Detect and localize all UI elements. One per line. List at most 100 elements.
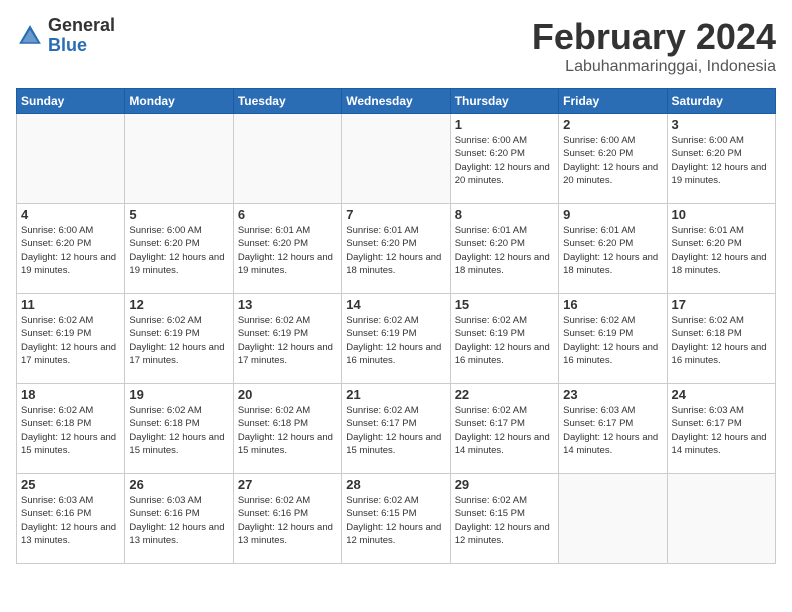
calendar-cell: 9 Sunrise: 6:01 AM Sunset: 6:20 PM Daylig… <box>559 204 667 294</box>
calendar-cell: 7 Sunrise: 6:01 AM Sunset: 6:20 PM Daylig… <box>342 204 450 294</box>
calendar-cell: 27 Sunrise: 6:02 AM Sunset: 6:16 PM Dayli… <box>233 474 341 564</box>
calendar-cell <box>342 114 450 204</box>
day-info: Sunrise: 6:01 AM Sunset: 6:20 PM Dayligh… <box>346 224 445 277</box>
calendar-cell: 5 Sunrise: 6:00 AM Sunset: 6:20 PM Daylig… <box>125 204 233 294</box>
calendar-cell: 22 Sunrise: 6:02 AM Sunset: 6:17 PM Dayli… <box>450 384 558 474</box>
day-number: 16 <box>563 297 662 312</box>
calendar-cell: 18 Sunrise: 6:02 AM Sunset: 6:18 PM Dayli… <box>17 384 125 474</box>
logo-icon <box>16 22 44 50</box>
weekday-header: Saturday <box>667 89 775 114</box>
day-info: Sunrise: 6:03 AM Sunset: 6:17 PM Dayligh… <box>672 404 771 457</box>
calendar-cell <box>125 114 233 204</box>
calendar-cell <box>667 474 775 564</box>
day-number: 8 <box>455 207 554 222</box>
calendar-cell: 26Sunrise: 6:03 AM Sunset: 6:16 PM Dayli… <box>125 474 233 564</box>
day-number: 29 <box>455 477 554 492</box>
day-info: Sunrise: 6:01 AM Sunset: 6:20 PM Dayligh… <box>672 224 771 277</box>
day-number: 19 <box>129 387 228 402</box>
day-info: Sunrise: 6:02 AM Sunset: 6:18 PM Dayligh… <box>21 404 120 457</box>
day-number: 13 <box>238 297 337 312</box>
day-number: 1 <box>455 117 554 132</box>
weekday-header: Tuesday <box>233 89 341 114</box>
day-number: 11 <box>21 297 120 312</box>
calendar-cell: 23 Sunrise: 6:03 AM Sunset: 6:17 PM Dayli… <box>559 384 667 474</box>
day-info: Sunrise: 6:00 AM Sunset: 6:20 PM Dayligh… <box>672 134 771 187</box>
day-number: 25 <box>21 477 120 492</box>
title-block: February 2024 Labuhanmaringgai, Indonesi… <box>532 16 776 76</box>
day-number: 18 <box>21 387 120 402</box>
calendar-cell: 19 Sunrise: 6:02 AM Sunset: 6:18 PM Dayli… <box>125 384 233 474</box>
day-info: Sunrise: 6:02 AM Sunset: 6:19 PM Dayligh… <box>238 314 337 367</box>
calendar-cell: 15 Sunrise: 6:02 AM Sunset: 6:19 PM Dayli… <box>450 294 558 384</box>
calendar-week-row: 18 Sunrise: 6:02 AM Sunset: 6:18 PM Dayli… <box>17 384 776 474</box>
day-number: 14 <box>346 297 445 312</box>
logo-text: General Blue <box>48 16 115 56</box>
day-info: Sunrise: 6:02 AM Sunset: 6:16 PM Dayligh… <box>238 494 337 547</box>
calendar-cell: 10 Sunrise: 6:01 AM Sunset: 6:20 PM Dayli… <box>667 204 775 294</box>
day-info: Sunrise: 6:02 AM Sunset: 6:18 PM Dayligh… <box>238 404 337 457</box>
calendar-cell: 21 Sunrise: 6:02 AM Sunset: 6:17 PM Dayli… <box>342 384 450 474</box>
day-number: 15 <box>455 297 554 312</box>
day-info: Sunrise: 6:02 AM Sunset: 6:15 PM Dayligh… <box>455 494 554 547</box>
day-info: Sunrise: 6:02 AM Sunset: 6:19 PM Dayligh… <box>129 314 228 367</box>
calendar-cell: 11 Sunrise: 6:02 AM Sunset: 6:19 PM Dayli… <box>17 294 125 384</box>
calendar-cell: 17Sunrise: 6:02 AM Sunset: 6:18 PM Dayli… <box>667 294 775 384</box>
calendar-cell <box>559 474 667 564</box>
day-info: Sunrise: 6:02 AM Sunset: 6:18 PM Dayligh… <box>129 404 228 457</box>
weekday-header-row: SundayMondayTuesdayWednesdayThursdayFrid… <box>17 89 776 114</box>
day-info: Sunrise: 6:00 AM Sunset: 6:20 PM Dayligh… <box>129 224 228 277</box>
day-info: Sunrise: 6:02 AM Sunset: 6:19 PM Dayligh… <box>346 314 445 367</box>
day-info: Sunrise: 6:02 AM Sunset: 6:19 PM Dayligh… <box>455 314 554 367</box>
calendar-week-row: 11 Sunrise: 6:02 AM Sunset: 6:19 PM Dayli… <box>17 294 776 384</box>
calendar-cell: 8Sunrise: 6:01 AM Sunset: 6:20 PM Daylig… <box>450 204 558 294</box>
day-info: Sunrise: 6:00 AM Sunset: 6:20 PM Dayligh… <box>455 134 554 187</box>
day-info: Sunrise: 6:02 AM Sunset: 6:15 PM Dayligh… <box>346 494 445 547</box>
day-number: 17 <box>672 297 771 312</box>
calendar-title: February 2024 <box>532 16 776 58</box>
calendar-cell <box>17 114 125 204</box>
logo: General Blue <box>16 16 115 56</box>
day-info: Sunrise: 6:03 AM Sunset: 6:16 PM Dayligh… <box>21 494 120 547</box>
page-header: General Blue February 2024 Labuhanmaring… <box>16 16 776 76</box>
day-number: 28 <box>346 477 445 492</box>
weekday-header: Monday <box>125 89 233 114</box>
day-info: Sunrise: 6:02 AM Sunset: 6:19 PM Dayligh… <box>21 314 120 367</box>
calendar-cell: 20 Sunrise: 6:02 AM Sunset: 6:18 PM Dayli… <box>233 384 341 474</box>
calendar-cell: 14 Sunrise: 6:02 AM Sunset: 6:19 PM Dayli… <box>342 294 450 384</box>
day-number: 4 <box>21 207 120 222</box>
calendar-subtitle: Labuhanmaringgai, Indonesia <box>532 58 776 76</box>
calendar-cell: 1 Sunrise: 6:00 AM Sunset: 6:20 PM Daylig… <box>450 114 558 204</box>
day-number: 22 <box>455 387 554 402</box>
day-info: Sunrise: 6:01 AM Sunset: 6:20 PM Dayligh… <box>238 224 337 277</box>
day-number: 27 <box>238 477 337 492</box>
day-number: 23 <box>563 387 662 402</box>
day-number: 26 <box>129 477 228 492</box>
calendar-cell: 13 Sunrise: 6:02 AM Sunset: 6:19 PM Dayli… <box>233 294 341 384</box>
day-number: 6 <box>238 207 337 222</box>
calendar-cell: 29 Sunrise: 6:02 AM Sunset: 6:15 PM Dayli… <box>450 474 558 564</box>
calendar-cell: 16 Sunrise: 6:02 AM Sunset: 6:19 PM Dayli… <box>559 294 667 384</box>
day-number: 21 <box>346 387 445 402</box>
calendar-table: SundayMondayTuesdayWednesdayThursdayFrid… <box>16 88 776 564</box>
day-number: 10 <box>672 207 771 222</box>
calendar-cell: 24Sunrise: 6:03 AM Sunset: 6:17 PM Dayli… <box>667 384 775 474</box>
day-info: Sunrise: 6:02 AM Sunset: 6:19 PM Dayligh… <box>563 314 662 367</box>
calendar-cell: 2 Sunrise: 6:00 AM Sunset: 6:20 PM Daylig… <box>559 114 667 204</box>
weekday-header: Friday <box>559 89 667 114</box>
day-number: 5 <box>129 207 228 222</box>
calendar-cell: 3Sunrise: 6:00 AM Sunset: 6:20 PM Daylig… <box>667 114 775 204</box>
day-number: 20 <box>238 387 337 402</box>
day-info: Sunrise: 6:03 AM Sunset: 6:17 PM Dayligh… <box>563 404 662 457</box>
day-info: Sunrise: 6:02 AM Sunset: 6:17 PM Dayligh… <box>455 404 554 457</box>
calendar-cell: 12Sunrise: 6:02 AM Sunset: 6:19 PM Dayli… <box>125 294 233 384</box>
calendar-week-row: 1 Sunrise: 6:00 AM Sunset: 6:20 PM Daylig… <box>17 114 776 204</box>
day-number: 9 <box>563 207 662 222</box>
day-info: Sunrise: 6:00 AM Sunset: 6:20 PM Dayligh… <box>563 134 662 187</box>
day-info: Sunrise: 6:01 AM Sunset: 6:20 PM Dayligh… <box>563 224 662 277</box>
day-info: Sunrise: 6:02 AM Sunset: 6:17 PM Dayligh… <box>346 404 445 457</box>
calendar-cell: 6 Sunrise: 6:01 AM Sunset: 6:20 PM Daylig… <box>233 204 341 294</box>
weekday-header: Sunday <box>17 89 125 114</box>
calendar-cell: 4Sunrise: 6:00 AM Sunset: 6:20 PM Daylig… <box>17 204 125 294</box>
day-number: 2 <box>563 117 662 132</box>
day-number: 7 <box>346 207 445 222</box>
